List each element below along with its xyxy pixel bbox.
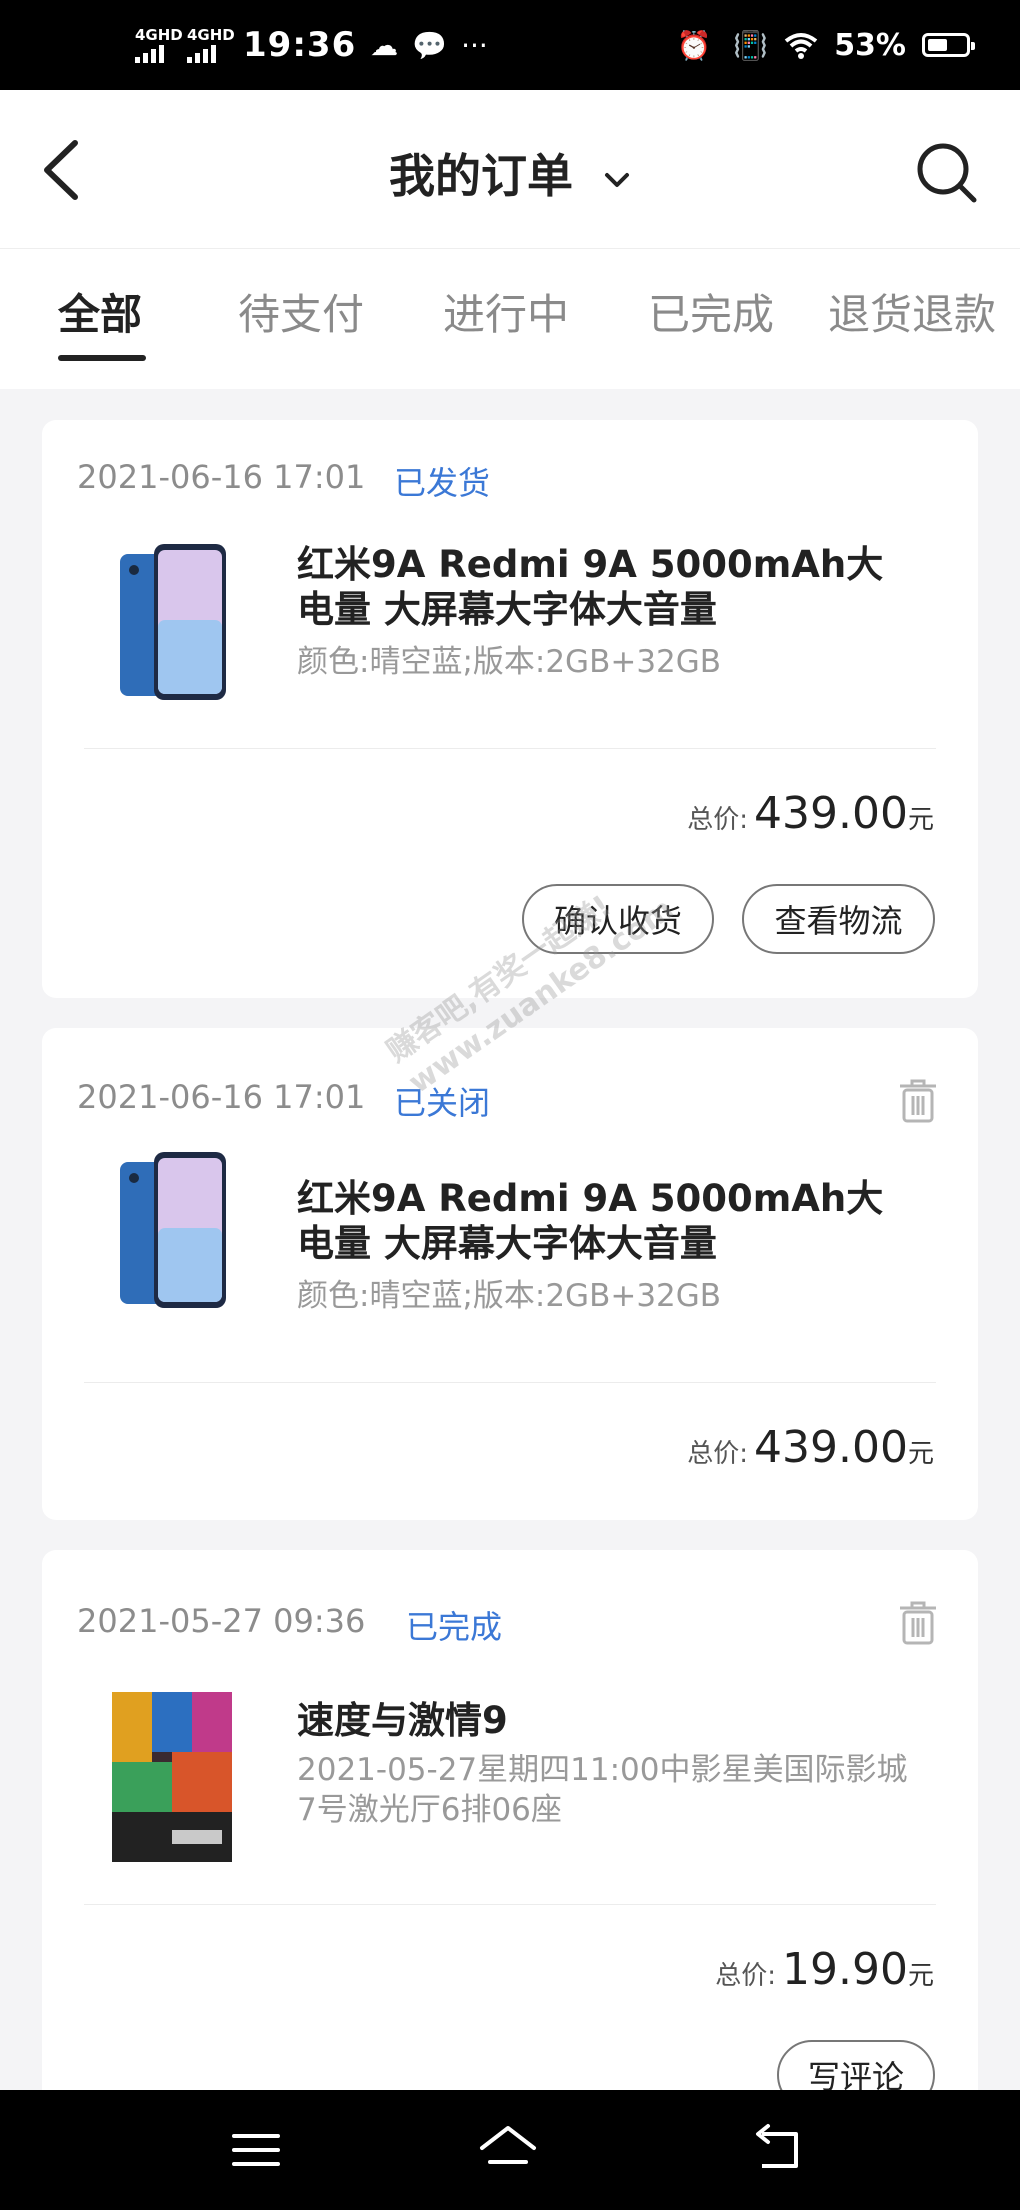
order-card[interactable]: 2021-05-27 09:36 已完成 速度与激情9 2021-05-27星期… — [42, 1550, 978, 2110]
order-total: 总价: 439.00元 — [687, 788, 934, 839]
total-label: 总价: — [715, 1961, 777, 1991]
divider — [84, 748, 936, 749]
total-amount: 439.00 — [754, 788, 908, 839]
menu-icon[interactable] — [226, 2120, 286, 2180]
product-image[interactable] — [112, 1148, 232, 1318]
battery-percent: 53% — [834, 27, 906, 63]
network-type-2: 4GHD — [187, 25, 235, 44]
alarm-icon: ⏰ — [676, 28, 712, 62]
tab-returns-refunds[interactable]: 退货退款 — [828, 281, 996, 342]
signal-icon: 4GHD — [187, 27, 235, 63]
order-total: 总价: 19.90元 — [715, 1944, 934, 1995]
tab-pending-payment[interactable]: 待支付 — [238, 281, 364, 342]
order-card[interactable]: 2021-06-16 17:01 已发货 红米9A Redmi 9A 5000m… — [42, 420, 978, 998]
network-type-1: 4GHD — [135, 25, 183, 44]
order-tabs: 全部 待支付 进行中 已完成 退货退款 — [0, 249, 1020, 389]
home-icon[interactable] — [478, 2120, 538, 2180]
trash-icon[interactable] — [898, 1600, 938, 1646]
chevron-down-icon — [605, 172, 629, 187]
product-image[interactable] — [112, 540, 232, 710]
view-logistics-button[interactable]: 查看物流 — [742, 884, 935, 954]
order-date: 2021-05-27 09:36 — [77, 1602, 366, 1640]
total-amount: 19.90 — [782, 1944, 908, 1995]
confirm-receipt-button[interactable]: 确认收货 — [522, 884, 714, 954]
order-card[interactable]: 2021-06-16 17:01 已关闭 红米9A Redmi 9A 5000m… — [42, 1028, 978, 1520]
page-title: 我的订单 — [388, 149, 573, 203]
signal-icon: 4GHD — [135, 27, 183, 63]
divider — [84, 1904, 936, 1905]
currency-unit: 元 — [907, 805, 934, 835]
total-label: 总价: — [687, 805, 749, 835]
tab-all[interactable]: 全部 — [58, 281, 142, 342]
trash-icon[interactable] — [898, 1078, 938, 1124]
movie-poster-image[interactable] — [112, 1692, 232, 1862]
product-name[interactable]: 红米9A Redmi 9A 5000mAh大电量 大屏幕大字体大音量 — [297, 542, 917, 632]
clock: 19:36 — [243, 25, 357, 65]
wifi-icon — [784, 33, 818, 59]
status-bar: 4GHD 4GHD 19:36 ☁ 💬 ··· ⏰ 📳 53% — [0, 0, 1020, 90]
order-status: 已完成 — [406, 1608, 503, 1646]
order-status: 已发货 — [394, 464, 491, 502]
total-label: 总价: — [687, 1439, 749, 1469]
order-total: 总价: 439.00元 — [687, 1422, 934, 1473]
order-date: 2021-06-16 17:01 — [77, 1078, 366, 1116]
back-nav-icon[interactable] — [748, 2120, 808, 2180]
tab-completed[interactable]: 已完成 — [648, 281, 774, 342]
message-icon: 💬 — [412, 28, 448, 62]
currency-unit: 元 — [907, 1961, 934, 1991]
search-icon[interactable] — [914, 140, 980, 206]
vibrate-icon: 📳 — [733, 28, 769, 62]
currency-unit: 元 — [907, 1439, 934, 1469]
tab-in-progress[interactable]: 进行中 — [443, 281, 569, 342]
product-spec: 2021-05-27星期四11:00中影星美国际影城7号激光厅6排06座 — [297, 1752, 908, 1828]
cloud-icon: ☁ — [370, 28, 399, 62]
total-amount: 439.00 — [754, 1422, 908, 1473]
status-left: 4GHD 4GHD 19:36 ☁ 💬 ··· — [135, 22, 488, 68]
battery-icon — [922, 33, 975, 57]
order-date: 2021-06-16 17:01 — [77, 458, 366, 496]
more-icon: ··· — [461, 28, 488, 62]
product-spec: 颜色:晴空蓝;版本:2GB+32GB — [297, 1278, 722, 1314]
product-name[interactable]: 红米9A Redmi 9A 5000mAh大电量 大屏幕大字体大音量 — [297, 1176, 917, 1266]
page-title-dropdown[interactable]: 我的订单 — [0, 140, 1020, 206]
product-spec: 颜色:晴空蓝;版本:2GB+32GB — [297, 644, 722, 680]
order-status: 已关闭 — [394, 1084, 491, 1122]
divider — [84, 1382, 936, 1383]
status-right: ⏰ 📳 53% — [670, 22, 975, 68]
system-nav-bar — [0, 2090, 1020, 2210]
active-tab-indicator — [58, 355, 146, 361]
product-name[interactable]: 速度与激情9 — [297, 1698, 917, 1743]
header: 我的订单 — [0, 90, 1020, 249]
